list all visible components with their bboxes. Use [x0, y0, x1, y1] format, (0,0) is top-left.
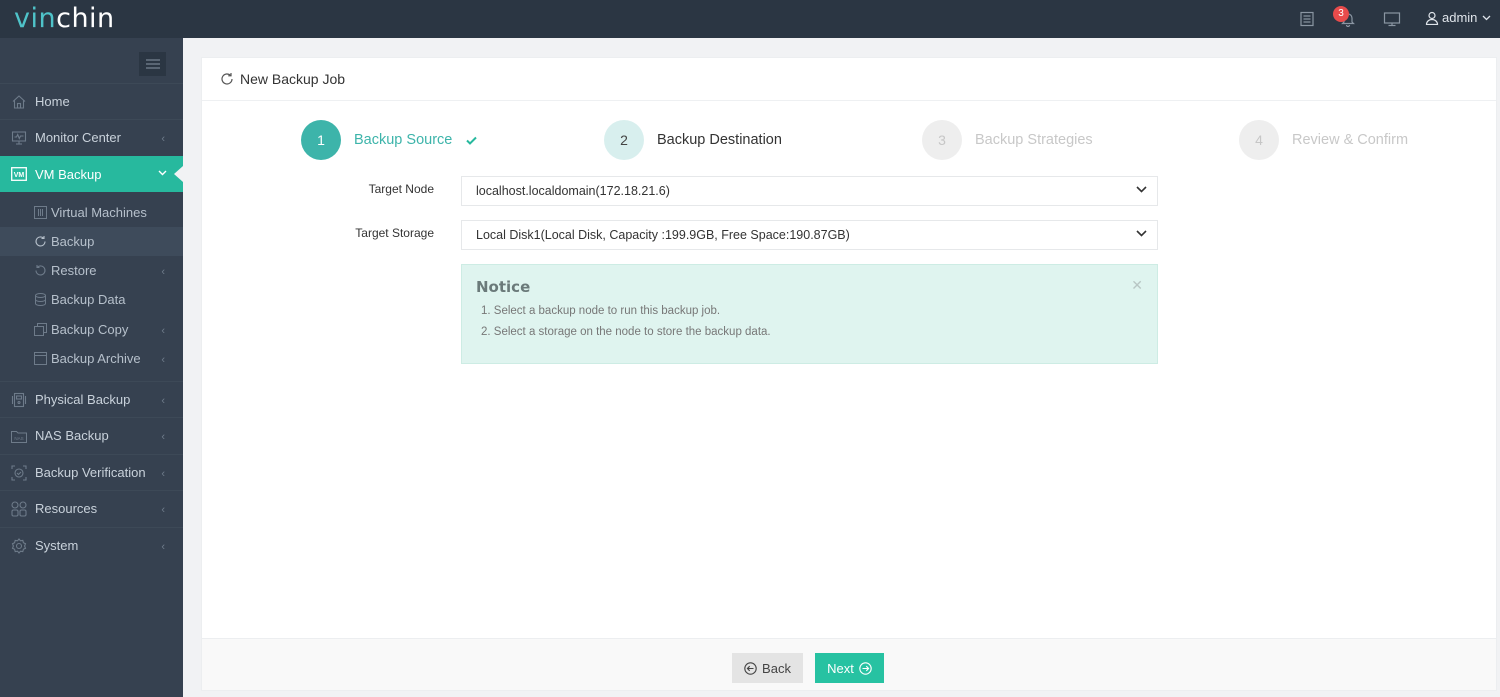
chevron-left-icon: ‹: [161, 504, 165, 516]
database-icon: [33, 293, 47, 307]
panel-header: New Backup Job: [202, 58, 1496, 101]
chevron-left-icon: ‹: [161, 541, 165, 553]
notice-box: Notice 1. Select a backup node to run th…: [461, 264, 1158, 364]
refresh-icon: [220, 72, 234, 86]
sidebar-item-nas-backup[interactable]: NAS NAS Backup ‹: [0, 417, 183, 453]
sidebar-subitem-virtual-machines[interactable]: Virtual Machines: [0, 198, 183, 227]
svg-text:NAS: NAS: [14, 436, 23, 441]
vinchin-logo: vinchin: [14, 3, 115, 34]
step-backup-source: 1 Backup Source: [301, 120, 478, 160]
target-storage-select[interactable]: Local Disk1(Local Disk, Capacity :199.9G…: [461, 220, 1158, 250]
home-icon: [10, 93, 28, 111]
top-bar: vinchin 3 admin: [0, 0, 1500, 38]
step-number: 1: [301, 120, 341, 160]
notice-line: 1. Select a backup node to run this back…: [481, 305, 721, 317]
target-node-value: localhost.localdomain(172.18.21.6): [476, 184, 670, 198]
step-review-confirm: 4 Review & Confirm: [1239, 120, 1408, 160]
virtual-machines-icon: [33, 206, 47, 220]
step-backup-destination: 2 Backup Destination: [604, 120, 782, 160]
vm-icon: VM: [10, 165, 28, 183]
chevron-left-icon: ‹: [161, 325, 165, 337]
chevron-down-icon: [1482, 15, 1491, 20]
sidebar-item-resources[interactable]: Resources ‹: [0, 490, 183, 526]
screen-icon[interactable]: [1382, 9, 1402, 29]
close-icon[interactable]: ✕: [1131, 277, 1143, 294]
next-button[interactable]: Next: [815, 653, 884, 683]
chevron-left-icon: ‹: [161, 354, 165, 366]
chevron-left-icon: ‹: [161, 468, 165, 480]
gear-icon: [10, 537, 28, 555]
check-icon: [466, 136, 478, 145]
refresh-icon: [33, 235, 47, 249]
chevron-left-icon: ‹: [161, 431, 165, 443]
user-icon: [1425, 11, 1439, 25]
step-number: 3: [922, 120, 962, 160]
sidebar-item-system[interactable]: System ‹: [0, 527, 183, 563]
user-menu[interactable]: admin: [1425, 10, 1494, 25]
step-backup-strategies: 3 Backup Strategies: [922, 120, 1093, 160]
notification-badge[interactable]: 3: [1333, 6, 1349, 22]
notice-line: 2. Select a storage on the node to store…: [481, 326, 771, 338]
sidebar-subitem-backup[interactable]: Backup: [0, 227, 183, 256]
chevron-left-icon: ‹: [161, 266, 165, 278]
hamburger-icon: [145, 59, 160, 69]
verification-icon: [10, 464, 28, 482]
svg-text:VM: VM: [14, 172, 25, 179]
copy-icon: [33, 323, 47, 337]
sidebar-subitem-backup-archive[interactable]: Backup Archive ‹: [0, 344, 183, 373]
chevron-down-icon: [1136, 186, 1147, 193]
chevron-left-icon: ‹: [161, 133, 165, 145]
sidebar-subitem-backup-data[interactable]: Backup Data: [0, 285, 183, 314]
chevron-left-icon: ‹: [161, 395, 165, 407]
wizard-footer: Back Next: [202, 638, 1496, 690]
restore-icon: [33, 264, 47, 278]
new-backup-job-panel: New Backup Job 1 Backup Source 2 Backup …: [201, 57, 1497, 691]
nas-icon: NAS: [10, 427, 28, 445]
sidebar-subitem-restore[interactable]: Restore ‹: [0, 256, 183, 285]
step-label: Review & Confirm: [1292, 132, 1409, 148]
step-label: Backup Strategies: [975, 132, 1093, 148]
step-number: 4: [1239, 120, 1279, 160]
sidebar-item-physical-backup[interactable]: Physical Backup ‹: [0, 381, 183, 417]
monitor-icon: [10, 129, 28, 147]
sidebar-item-backup-verification[interactable]: Backup Verification ‹: [0, 454, 183, 490]
step-label: Backup Source: [354, 132, 453, 148]
task-list-icon[interactable]: [1297, 9, 1317, 29]
sidebar-subitem-backup-copy[interactable]: Backup Copy ‹: [0, 315, 183, 344]
archive-icon: [33, 352, 47, 366]
physical-server-icon: [10, 391, 28, 409]
sidebar-item-monitor-center[interactable]: Monitor Center ‹: [0, 119, 183, 155]
back-button[interactable]: Back: [732, 653, 803, 683]
sidebar-item-vm-backup[interactable]: VM VM Backup: [0, 156, 183, 192]
chevron-down-icon: [1136, 230, 1147, 237]
target-node-label: Target Node: [368, 182, 434, 196]
chevron-down-icon: [158, 167, 167, 179]
sidebar: Home Monitor Center ‹ VM VM Backup Virtu…: [0, 38, 183, 697]
notice-title: Notice: [476, 278, 531, 296]
sidebar-item-home[interactable]: Home: [0, 83, 183, 119]
page-title: New Backup Job: [240, 71, 346, 87]
username: admin: [1442, 10, 1478, 25]
arrow-left-circle-icon: [744, 661, 757, 675]
target-node-select[interactable]: localhost.localdomain(172.18.21.6): [461, 176, 1158, 206]
target-storage-label: Target Storage: [355, 226, 434, 240]
step-label: Backup Destination: [657, 132, 782, 148]
step-number: 2: [604, 120, 644, 160]
resources-icon: [10, 500, 28, 518]
arrow-right-circle-icon: [859, 661, 872, 675]
sidebar-toggle-button[interactable]: [139, 52, 166, 76]
target-storage-value: Local Disk1(Local Disk, Capacity :199.9G…: [476, 228, 850, 242]
